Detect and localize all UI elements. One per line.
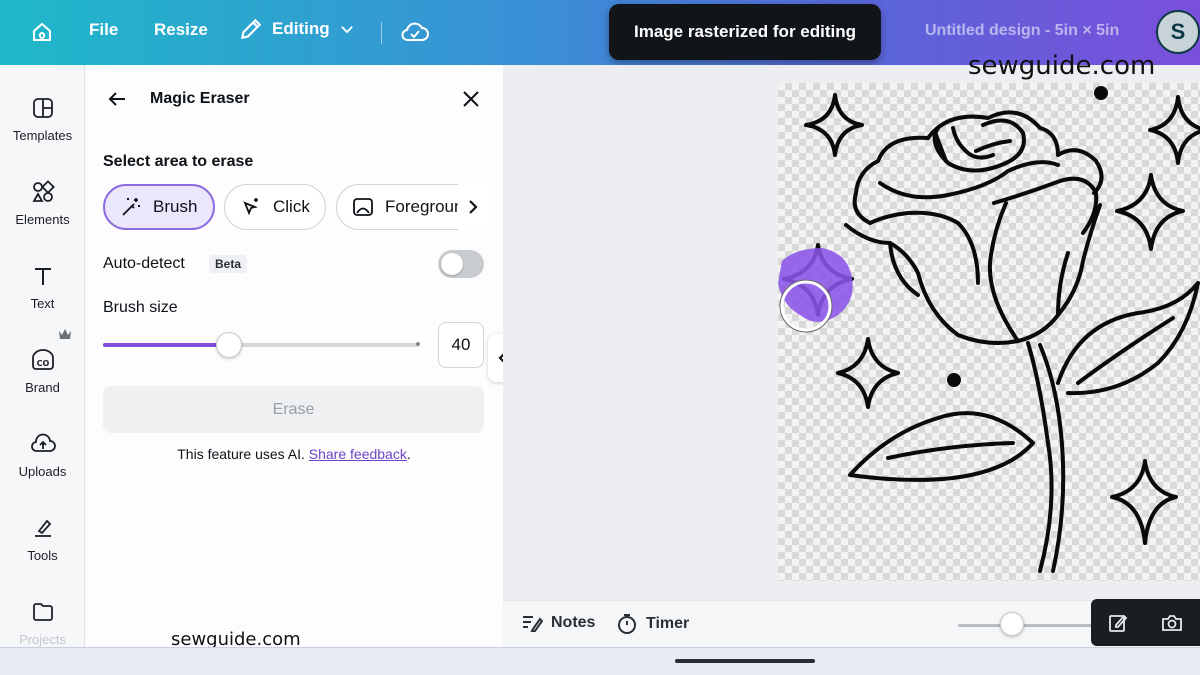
projects-icon (32, 603, 53, 621)
editing-mode-dropdown[interactable]: Editing (238, 16, 356, 42)
click-mode-button[interactable]: Click (224, 184, 326, 230)
share-feedback-link[interactable]: Share feedback (309, 446, 407, 462)
sidebar-item-templates[interactable]: Templates (0, 93, 85, 143)
ai-note-text: This feature uses AI. (177, 446, 309, 462)
click-mode-label: Click (273, 197, 310, 216)
camera-icon[interactable] (1161, 613, 1183, 633)
ai-note-suffix: . (406, 446, 411, 462)
sidebar-item-text[interactable]: Text (0, 261, 85, 311)
toolbar-divider (381, 22, 382, 44)
zoom-slider[interactable] (958, 624, 1093, 627)
slider-fill (103, 343, 230, 347)
templates-icon (32, 98, 53, 118)
slider-end-dot (416, 342, 420, 346)
brush-size-slider[interactable] (103, 332, 419, 358)
pencil-icon (240, 18, 262, 40)
sidebar-item-label: Text (30, 296, 55, 311)
panel-title: Magic Eraser (150, 90, 250, 107)
sidebar-item-uploads[interactable]: Uploads (0, 429, 85, 479)
svg-text:CO: CO (36, 359, 49, 368)
sidebar-item-tools[interactable]: Tools (0, 513, 85, 563)
notes-label: Notes (551, 614, 596, 631)
toast-notification: Image rasterized for editing (609, 4, 881, 60)
edit-note-icon[interactable] (1108, 613, 1128, 633)
image-foreground-icon (353, 198, 373, 216)
timer-label: Timer (646, 615, 690, 632)
system-bar (0, 647, 1200, 675)
slider-handle[interactable] (216, 332, 243, 358)
timer-button[interactable]: Timer (616, 613, 689, 635)
auto-detect-label: Auto-detect (103, 255, 185, 272)
sidebar-item-brand[interactable]: CO Brand (0, 345, 85, 395)
timer-icon (618, 614, 636, 634)
close-icon[interactable] (459, 87, 483, 111)
magic-wand-icon (122, 198, 140, 216)
watermark-text: sewguide.com (968, 51, 1156, 81)
cloud-check-icon (401, 22, 429, 41)
design-title[interactable]: Untitled design - 5in × 5in (925, 22, 1119, 40)
sparkle-cursor-icon (243, 198, 258, 216)
home-icon (33, 22, 51, 41)
sidebar-item-projects[interactable]: Projects (0, 597, 85, 647)
foreground-mode-label: Foregroun (385, 197, 464, 216)
notes-button[interactable]: Notes (521, 613, 595, 633)
text-icon (34, 268, 51, 285)
elements-icon (31, 180, 55, 202)
back-arrow-icon[interactable] (105, 87, 129, 111)
uploads-icon (30, 433, 56, 452)
erase-mode-selector: Brush Click Foregroun (103, 184, 488, 232)
sidebar-item-label: Uploads (18, 464, 67, 479)
brush-mode-button[interactable]: Brush (103, 184, 215, 230)
chevron-right-icon (469, 200, 478, 214)
cloud-save-status[interactable] (400, 18, 430, 51)
editing-label: Editing (272, 19, 330, 38)
home-button[interactable] (24, 14, 60, 50)
floating-tools-bar (1091, 599, 1200, 646)
auto-detect-toggle[interactable] (438, 250, 484, 278)
crown-icon (59, 329, 71, 339)
file-menu[interactable]: File (89, 20, 118, 40)
beta-badge: Beta (209, 255, 248, 273)
notes-icon (523, 616, 543, 632)
sidebar-item-label: Tools (27, 548, 58, 563)
chevron-down-icon (340, 26, 353, 34)
avatar[interactable]: S (1156, 10, 1200, 54)
brush-mode-label: Brush (153, 197, 198, 216)
sidebar-item-label: Brand (25, 380, 60, 395)
zoom-slider-handle[interactable] (1000, 612, 1024, 636)
toggle-knob (441, 253, 463, 275)
modes-scroll-right-button[interactable] (458, 184, 488, 230)
brush-size-input[interactable]: 40 (438, 322, 484, 368)
ai-feedback-note: This feature uses AI. Share feedback. (85, 446, 503, 462)
tools-icon (34, 519, 51, 537)
brand-icon: CO (31, 349, 54, 370)
section-title: Select area to erase (103, 153, 254, 170)
resize-menu[interactable]: Resize (154, 20, 208, 40)
sidebar-item-label: Templates (12, 128, 73, 143)
magic-eraser-panel: Magic Eraser Select area to erase Brush … (85, 65, 503, 647)
sidebar-item-elements[interactable]: Elements (0, 177, 85, 227)
erase-button[interactable]: Erase (103, 386, 484, 433)
rose-line-art-image[interactable] (778, 83, 1200, 581)
sidebar-item-label: Projects (19, 632, 66, 647)
sidebar-item-label: Elements (15, 212, 70, 227)
left-sidebar: Templates Elements Text CO Brand Uploads… (0, 65, 85, 647)
home-indicator[interactable] (675, 659, 815, 663)
design-artboard[interactable] (778, 83, 1200, 581)
brush-size-label: Brush size (103, 299, 178, 316)
